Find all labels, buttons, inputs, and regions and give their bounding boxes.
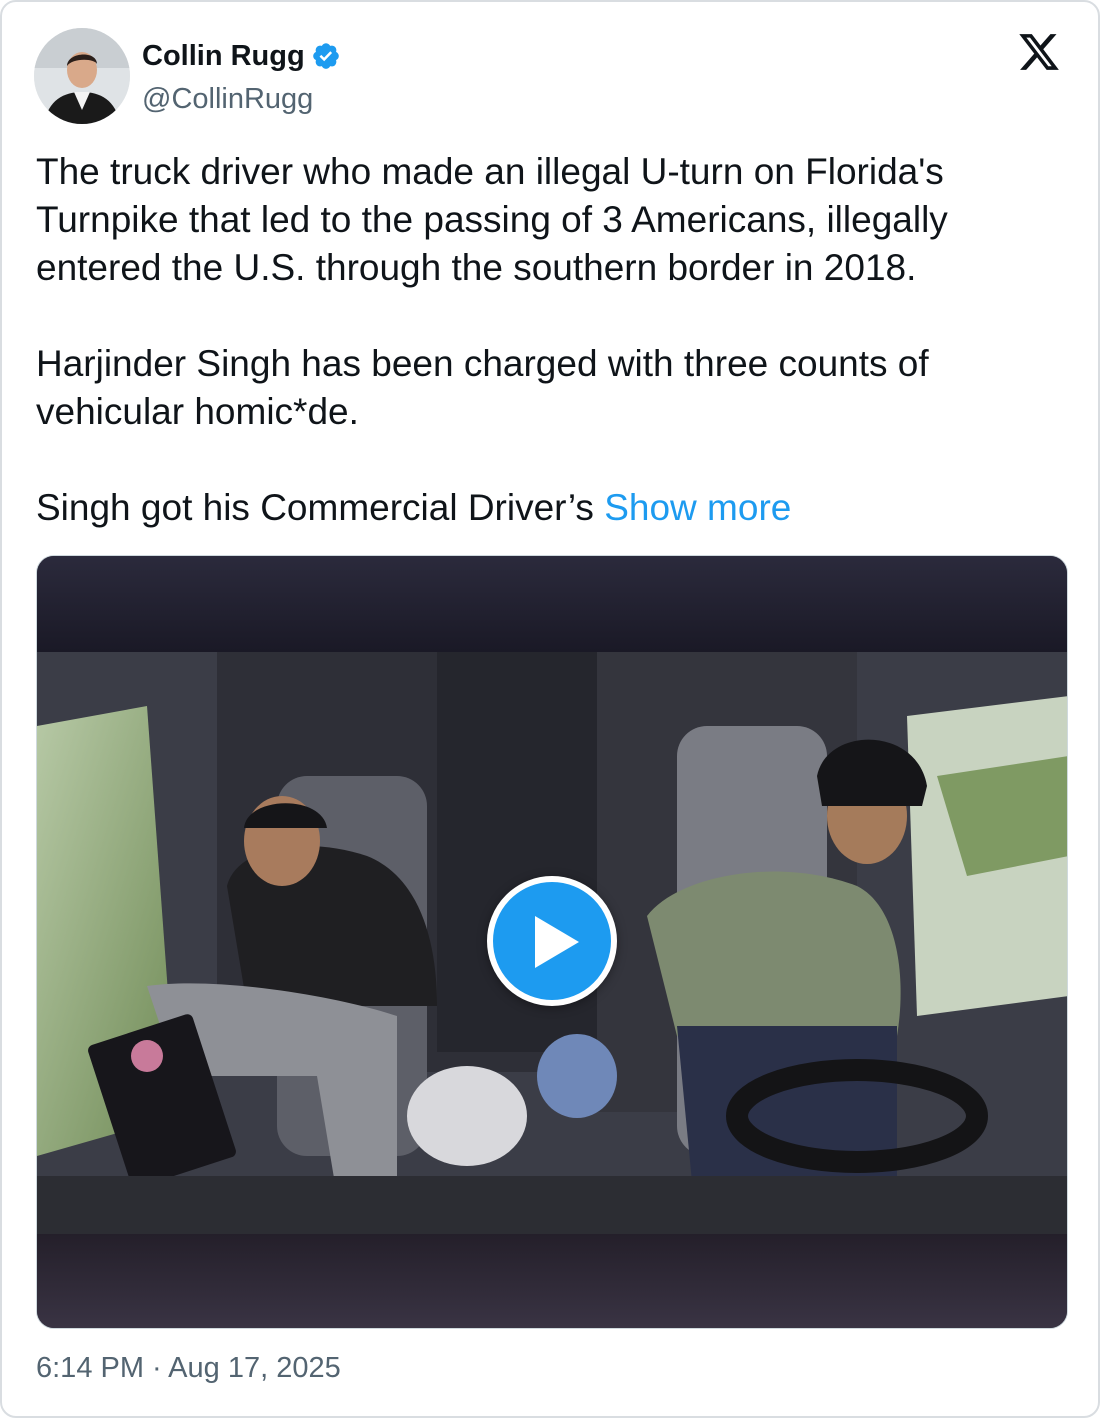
tweet-timestamp[interactable]: 6:14 PM · Aug 17, 2025 [36,1352,341,1385]
avatar-image [34,28,130,124]
author-handle[interactable]: @CollinRugg [142,79,341,119]
x-logo-icon[interactable] [1016,30,1062,74]
tweet-paragraph-3: Singh got his Commercial Driver’s Show m… [36,484,1056,532]
video-player[interactable] [36,555,1068,1329]
play-icon [535,916,579,968]
verified-badge-icon [312,43,339,69]
author-names: Collin Rugg @CollinRugg [142,33,341,119]
play-button[interactable] [487,876,617,1006]
tweet-paragraph-2: Harjinder Singh has been charged with th… [36,343,929,432]
display-name-row: Collin Rugg [142,33,341,79]
avatar[interactable] [34,28,130,124]
tweet-header: Collin Rugg @CollinRugg [34,28,341,124]
tweet-card: Collin Rugg @CollinRugg The truck driver… [0,0,1100,1418]
tweet-paragraph-3-text: Singh got his Commercial Driver’s [36,487,594,528]
tweet-paragraph-1: The truck driver who made an illegal U-t… [36,151,948,288]
author-display-name[interactable]: Collin Rugg [142,40,305,73]
show-more-link[interactable]: Show more [604,487,791,528]
tweet-text: The truck driver who made an illegal U-t… [36,148,1056,532]
